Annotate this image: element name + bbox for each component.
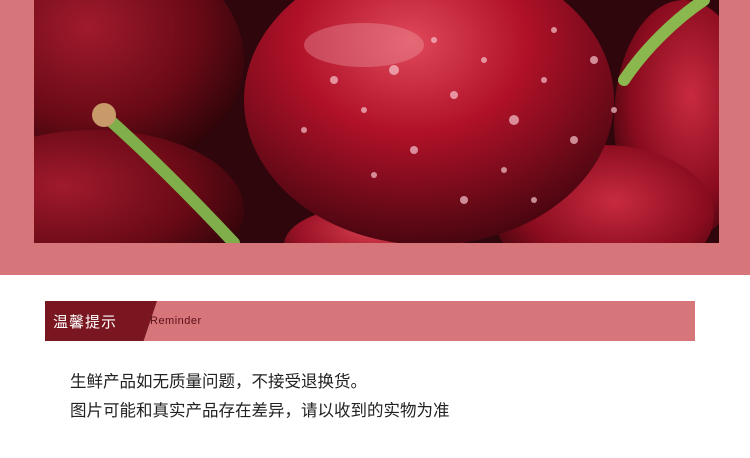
reminder-notes: 生鲜产品如无质量问题，不接受退换货。 图片可能和真实产品存在差异，请以收到的实物… <box>70 367 450 425</box>
reminder-bar: 温馨提示 Reminder <box>45 301 695 341</box>
photo-band <box>0 0 750 275</box>
note-line-returns: 生鲜产品如无质量问题，不接受退换货。 <box>70 372 367 391</box>
reminder-title: 温馨提示 <box>53 313 118 331</box>
cherry-illustration <box>34 0 719 243</box>
cherry-photo <box>34 0 719 243</box>
note-line-image-disclaimer: 图片可能和真实产品存在差异，请以收到的实物为准 <box>70 401 450 420</box>
reminder-subtitle: Reminder <box>150 315 202 327</box>
